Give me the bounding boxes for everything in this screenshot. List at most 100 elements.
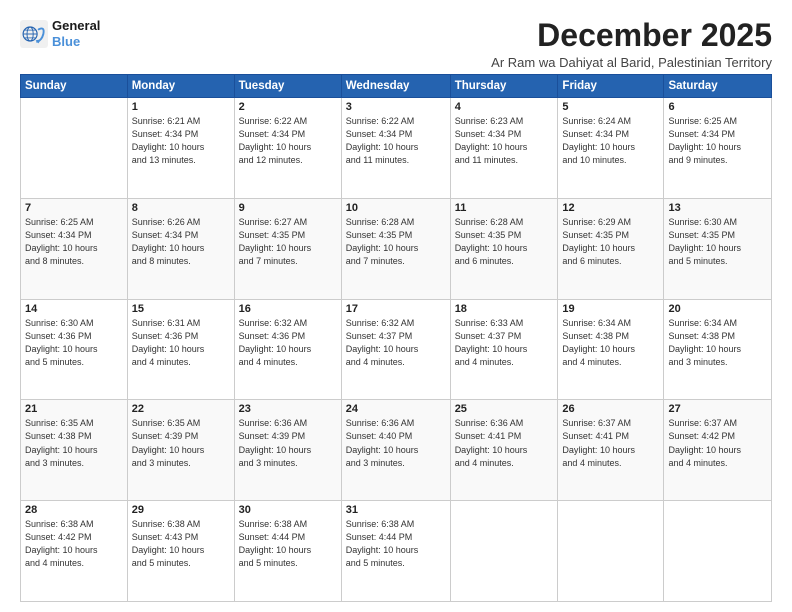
table-row	[450, 501, 558, 602]
day-info: Sunrise: 6:38 AM Sunset: 4:44 PM Dayligh…	[346, 518, 446, 570]
logo-text: General Blue	[52, 18, 100, 49]
day-number: 21	[25, 403, 123, 415]
day-number: 11	[455, 202, 554, 214]
calendar-week-0: 1Sunrise: 6:21 AM Sunset: 4:34 PM Daylig…	[21, 98, 772, 199]
day-number: 31	[346, 504, 446, 516]
day-info: Sunrise: 6:22 AM Sunset: 4:34 PM Dayligh…	[346, 115, 446, 167]
table-row: 21 Sunrise: 6:35 AM Sunset: 4:38 PM Dayli…	[21, 400, 128, 501]
day-number: 2	[239, 101, 337, 113]
day-info: Sunrise: 6:37 AM Sunset: 4:42 PM Dayligh…	[668, 417, 767, 469]
table-row: 16 Sunrise: 6:32 AM Sunset: 4:36 PM Dayli…	[234, 299, 341, 400]
table-row: 19Sunrise: 6:34 AM Sunset: 4:38 PM Dayli…	[558, 299, 664, 400]
subtitle: Ar Ram wa Dahiyat al Barid, Palestinian …	[491, 55, 772, 70]
title-area: December 2025 Ar Ram wa Dahiyat al Barid…	[491, 18, 772, 70]
day-info: Sunrise: 6:38 AM Sunset: 4:44 PM Dayligh…	[239, 518, 337, 570]
calendar-week-3: 21 Sunrise: 6:35 AM Sunset: 4:38 PM Dayli…	[21, 400, 772, 501]
table-row: 12 Sunrise: 6:29 AM Sunset: 4:35 PM Dayli…	[558, 198, 664, 299]
day-info: Sunrise: 6:38 AM Sunset: 4:42 PM Dayligh…	[25, 518, 123, 570]
table-row	[664, 501, 772, 602]
day-number: 4	[455, 101, 554, 113]
day-number: 25	[455, 403, 554, 415]
table-row: 15Sunrise: 6:31 AM Sunset: 4:36 PM Dayli…	[127, 299, 234, 400]
table-row: 2 Sunrise: 6:22 AM Sunset: 4:34 PM Daylig…	[234, 98, 341, 199]
table-row: 24Sunrise: 6:36 AM Sunset: 4:40 PM Dayli…	[341, 400, 450, 501]
day-number: 18	[455, 303, 554, 315]
day-info: Sunrise: 6:36 AM Sunset: 4:39 PM Dayligh…	[239, 417, 337, 469]
day-number: 5	[562, 101, 659, 113]
day-info: Sunrise: 6:28 AM Sunset: 4:35 PM Dayligh…	[346, 216, 446, 268]
table-row: 25 Sunrise: 6:36 AM Sunset: 4:41 PM Dayli…	[450, 400, 558, 501]
table-row: 9 Sunrise: 6:27 AM Sunset: 4:35 PM Daylig…	[234, 198, 341, 299]
day-number: 6	[668, 101, 767, 113]
col-friday: Friday	[558, 75, 664, 98]
day-number: 27	[668, 403, 767, 415]
day-number: 22	[132, 403, 230, 415]
logo-line2: Blue	[52, 34, 100, 50]
day-number: 29	[132, 504, 230, 516]
day-info: Sunrise: 6:28 AM Sunset: 4:35 PM Dayligh…	[455, 216, 554, 268]
day-number: 24	[346, 403, 446, 415]
day-number: 26	[562, 403, 659, 415]
logo: General Blue	[20, 18, 100, 49]
table-row: 31 Sunrise: 6:38 AM Sunset: 4:44 PM Dayli…	[341, 501, 450, 602]
table-row: 28Sunrise: 6:38 AM Sunset: 4:42 PM Dayli…	[21, 501, 128, 602]
day-number: 3	[346, 101, 446, 113]
calendar-week-1: 7 Sunrise: 6:25 AM Sunset: 4:34 PM Daylig…	[21, 198, 772, 299]
day-number: 20	[668, 303, 767, 315]
day-info: Sunrise: 6:36 AM Sunset: 4:41 PM Dayligh…	[455, 417, 554, 469]
day-info: Sunrise: 6:25 AM Sunset: 4:34 PM Dayligh…	[25, 216, 123, 268]
day-number: 30	[239, 504, 337, 516]
logo-line1: General	[52, 18, 100, 34]
page: General Blue December 2025 Ar Ram wa Dah…	[0, 0, 792, 612]
day-number: 23	[239, 403, 337, 415]
calendar-week-4: 28Sunrise: 6:38 AM Sunset: 4:42 PM Dayli…	[21, 501, 772, 602]
col-tuesday: Tuesday	[234, 75, 341, 98]
calendar-week-2: 14Sunrise: 6:30 AM Sunset: 4:36 PM Dayli…	[21, 299, 772, 400]
day-number: 16	[239, 303, 337, 315]
table-row: 8Sunrise: 6:26 AM Sunset: 4:34 PM Daylig…	[127, 198, 234, 299]
day-info: Sunrise: 6:23 AM Sunset: 4:34 PM Dayligh…	[455, 115, 554, 167]
day-number: 12	[562, 202, 659, 214]
day-info: Sunrise: 6:29 AM Sunset: 4:35 PM Dayligh…	[562, 216, 659, 268]
table-row: 11 Sunrise: 6:28 AM Sunset: 4:35 PM Dayli…	[450, 198, 558, 299]
logo-icon	[20, 20, 48, 48]
day-info: Sunrise: 6:38 AM Sunset: 4:43 PM Dayligh…	[132, 518, 230, 570]
table-row: 18Sunrise: 6:33 AM Sunset: 4:37 PM Dayli…	[450, 299, 558, 400]
day-info: Sunrise: 6:34 AM Sunset: 4:38 PM Dayligh…	[668, 317, 767, 369]
table-row: 26 Sunrise: 6:37 AM Sunset: 4:41 PM Dayli…	[558, 400, 664, 501]
day-number: 8	[132, 202, 230, 214]
table-row: 29 Sunrise: 6:38 AM Sunset: 4:43 PM Dayli…	[127, 501, 234, 602]
day-info: Sunrise: 6:37 AM Sunset: 4:41 PM Dayligh…	[562, 417, 659, 469]
day-info: Sunrise: 6:24 AM Sunset: 4:34 PM Dayligh…	[562, 115, 659, 167]
day-info: Sunrise: 6:21 AM Sunset: 4:34 PM Dayligh…	[132, 115, 230, 167]
table-row	[21, 98, 128, 199]
table-row: 14Sunrise: 6:30 AM Sunset: 4:36 PM Dayli…	[21, 299, 128, 400]
table-row: 5 Sunrise: 6:24 AM Sunset: 4:34 PM Daylig…	[558, 98, 664, 199]
calendar-table: Sunday Monday Tuesday Wednesday Thursday…	[20, 74, 772, 602]
day-info: Sunrise: 6:22 AM Sunset: 4:34 PM Dayligh…	[239, 115, 337, 167]
day-number: 17	[346, 303, 446, 315]
day-info: Sunrise: 6:35 AM Sunset: 4:39 PM Dayligh…	[132, 417, 230, 469]
day-info: Sunrise: 6:35 AM Sunset: 4:38 PM Dayligh…	[25, 417, 123, 469]
header-row: Sunday Monday Tuesday Wednesday Thursday…	[21, 75, 772, 98]
day-info: Sunrise: 6:27 AM Sunset: 4:35 PM Dayligh…	[239, 216, 337, 268]
col-thursday: Thursday	[450, 75, 558, 98]
day-info: Sunrise: 6:31 AM Sunset: 4:36 PM Dayligh…	[132, 317, 230, 369]
day-info: Sunrise: 6:32 AM Sunset: 4:37 PM Dayligh…	[346, 317, 446, 369]
table-row: 6Sunrise: 6:25 AM Sunset: 4:34 PM Daylig…	[664, 98, 772, 199]
table-row: 17 Sunrise: 6:32 AM Sunset: 4:37 PM Dayli…	[341, 299, 450, 400]
table-row: 3 Sunrise: 6:22 AM Sunset: 4:34 PM Daylig…	[341, 98, 450, 199]
table-row: 13Sunrise: 6:30 AM Sunset: 4:35 PM Dayli…	[664, 198, 772, 299]
day-number: 9	[239, 202, 337, 214]
table-row: 7 Sunrise: 6:25 AM Sunset: 4:34 PM Daylig…	[21, 198, 128, 299]
col-wednesday: Wednesday	[341, 75, 450, 98]
table-row: 30 Sunrise: 6:38 AM Sunset: 4:44 PM Dayli…	[234, 501, 341, 602]
col-sunday: Sunday	[21, 75, 128, 98]
month-title: December 2025	[491, 18, 772, 53]
day-info: Sunrise: 6:32 AM Sunset: 4:36 PM Dayligh…	[239, 317, 337, 369]
day-number: 7	[25, 202, 123, 214]
col-monday: Monday	[127, 75, 234, 98]
day-number: 13	[668, 202, 767, 214]
day-number: 19	[562, 303, 659, 315]
table-row: 27 Sunrise: 6:37 AM Sunset: 4:42 PM Dayli…	[664, 400, 772, 501]
